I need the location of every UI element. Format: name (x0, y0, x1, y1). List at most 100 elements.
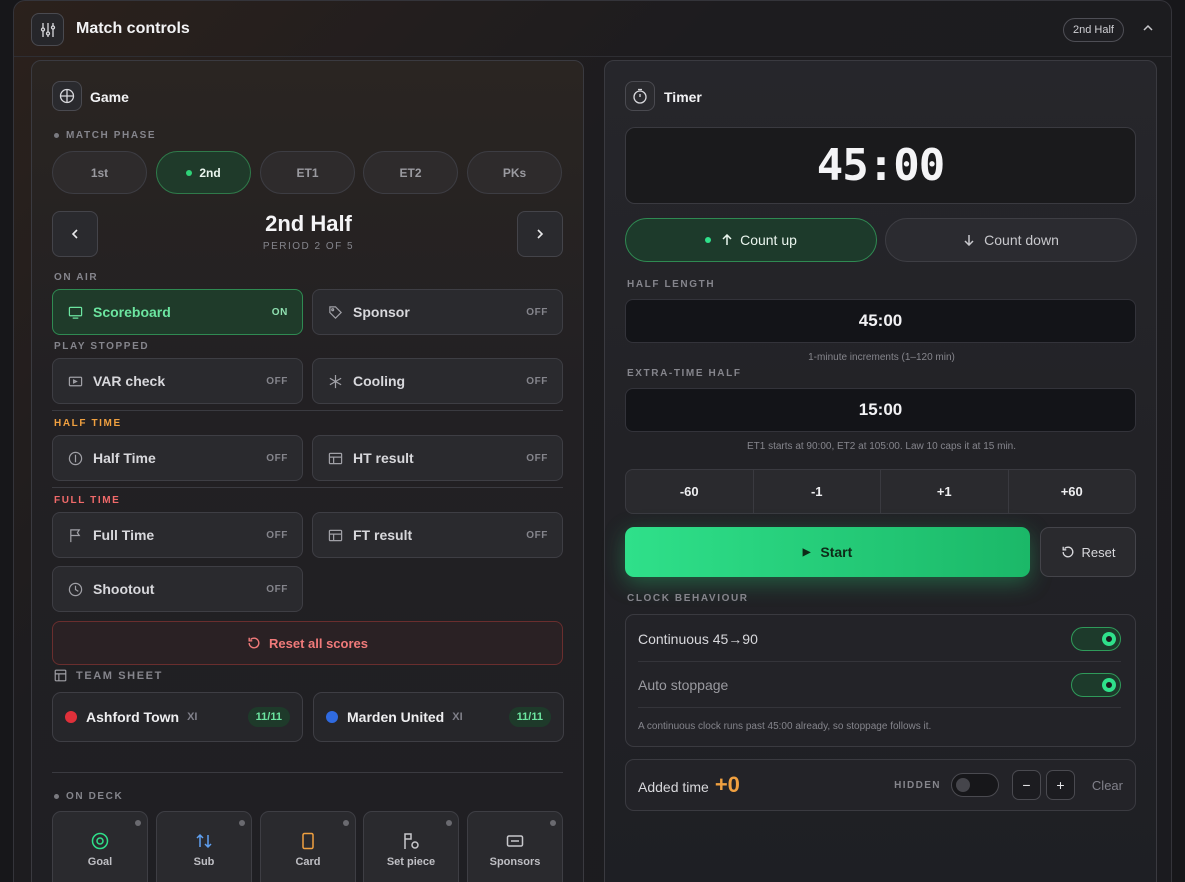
sponsor-toggle[interactable]: Sponsor OFF (312, 289, 563, 335)
team-away-card[interactable]: Marden United XI 11/11 (313, 692, 564, 742)
reset-all-scores-button[interactable]: Reset all scores (52, 621, 563, 665)
video-icon (67, 373, 83, 389)
clock-icon (67, 581, 83, 597)
table-icon (327, 450, 343, 466)
continuous-row: Continuous 45→90 (638, 617, 1121, 662)
timer-panel: Timer 45:00 Count up Count down HALF LEN… (604, 60, 1157, 882)
arrow-down-icon (964, 235, 974, 246)
flag-icon (67, 527, 83, 543)
timer-title: Timer (664, 89, 702, 105)
half-time-label: HALF TIME (54, 418, 122, 429)
divider (52, 487, 563, 488)
next-period-button[interactable] (517, 211, 563, 257)
deck-sub-button[interactable]: Sub (156, 811, 252, 882)
game-title: Game (90, 89, 129, 105)
phase-2nd-button[interactable]: 2nd (156, 151, 251, 194)
phase-et2-button[interactable]: ET2 (363, 151, 458, 194)
header-bar[interactable]: Match controls 2nd Half (14, 1, 1171, 57)
corner-flag-icon (404, 833, 419, 849)
clock-behaviour-label: CLOCK BEHAVIOUR (627, 593, 749, 604)
full-time-label: FULL TIME (54, 495, 121, 506)
added-time-visibility-switch[interactable] (950, 773, 999, 797)
added-time-value: +0 (714, 772, 740, 797)
play-stopped-label: PLAY STOPPED (54, 341, 150, 352)
count-up-button[interactable]: Count up (625, 218, 877, 262)
tag-icon (327, 304, 343, 320)
team-sheet-label: TEAM SHEET (54, 669, 163, 682)
deck-sponsors-button[interactable]: Sponsors (467, 811, 563, 882)
auto-stoppage-switch[interactable] (1071, 673, 1121, 697)
half-length-hint: 1-minute increments (1–120 min) (808, 352, 955, 363)
period-title: 2nd Half (265, 211, 352, 236)
extra-time-hint: ET1 starts at 90:00, ET2 at 105:00. Law … (746, 441, 1017, 452)
ft-result-toggle[interactable]: FT result OFF (312, 512, 563, 558)
match-controls-card: Match controls 2nd Half Game MATCH PHASE… (13, 0, 1172, 882)
minus-1-button[interactable]: -1 (754, 470, 881, 513)
arrow-up-icon (722, 234, 732, 245)
lineup-count-badge: 11/11 (508, 707, 551, 727)
half-length-input[interactable]: 45:00 (625, 299, 1136, 343)
var-check-toggle[interactable]: VAR check OFF (52, 358, 303, 404)
reset-button[interactable]: Reset (1040, 527, 1136, 577)
extra-time-input[interactable]: 15:00 (625, 388, 1136, 432)
card-icon (302, 832, 314, 850)
continuous-switch[interactable] (1071, 627, 1121, 651)
sliders-icon (31, 13, 64, 46)
on-deck-label: ON DECK (54, 791, 123, 802)
behaviour-note: A continuous clock runs past 45:00 alrea… (638, 721, 932, 732)
swap-icon (196, 833, 212, 849)
crosshair-icon (52, 81, 82, 111)
time-adjust-group: -60 -1 +1 +60 (625, 469, 1136, 514)
table-icon (327, 527, 343, 543)
monitor-icon (67, 304, 83, 320)
play-icon: ▶ (802, 546, 811, 558)
deck-set-piece-button[interactable]: Set piece (363, 811, 459, 882)
team-color-dot (326, 711, 338, 723)
scoreboard-toggle[interactable]: Scoreboard ON (52, 289, 303, 335)
snowflake-icon (327, 373, 343, 389)
phase-pks-button[interactable]: PKs (467, 151, 562, 194)
stopwatch-icon (625, 81, 655, 111)
target-icon (91, 832, 109, 850)
plus-60-button[interactable]: +60 (1009, 470, 1136, 513)
half-length-label: HALF LENGTH (627, 279, 716, 290)
cooling-toggle[interactable]: Cooling OFF (312, 358, 563, 404)
full-time-toggle[interactable]: Full Time OFF (52, 512, 303, 558)
chevron-right-icon (537, 229, 544, 239)
count-down-button[interactable]: Count down (885, 218, 1137, 262)
layout-icon (54, 669, 67, 682)
phase-1st-button[interactable]: 1st (52, 151, 147, 194)
shootout-toggle[interactable]: Shootout OFF (52, 566, 303, 612)
clock-display: 45:00 (625, 127, 1136, 204)
added-time-label: Added time (638, 779, 709, 795)
start-button[interactable]: ▶ Start (625, 527, 1030, 577)
team-home-card[interactable]: Ashford Town XI 11/11 (52, 692, 303, 742)
clear-button[interactable]: Clear (1092, 778, 1123, 793)
game-panel: Game MATCH PHASE 1st 2nd ET1 ET2 PKs 2nd… (31, 60, 584, 882)
hidden-label: HIDDEN (894, 779, 941, 791)
lineup-count-badge: 11/11 (247, 707, 290, 727)
deck-card-button[interactable]: Card (260, 811, 356, 882)
phase-et1-button[interactable]: ET1 (260, 151, 355, 194)
divider (52, 410, 563, 411)
match-phase-label: MATCH PHASE (54, 130, 156, 141)
added-time-plus-button[interactable]: + (1045, 770, 1075, 800)
added-time-minus-button[interactable]: − (1011, 770, 1041, 800)
rotate-ccw-icon (248, 637, 260, 649)
period-subtitle: PERIOD 2 OF 5 (262, 241, 355, 252)
auto-stoppage-row: Auto stoppage (638, 663, 1121, 708)
minus-60-button[interactable]: -60 (626, 470, 754, 513)
extra-time-label: EXTRA-TIME HALF (627, 368, 742, 379)
added-time-row: Added time +0 HIDDEN − + Clear (625, 759, 1136, 811)
phase-badge: 2nd Half (1063, 18, 1124, 42)
clock-behaviour-box: Continuous 45→90 Auto stoppage A continu… (625, 614, 1136, 747)
chevron-up-icon[interactable] (1140, 20, 1156, 36)
banner-icon (506, 835, 524, 847)
plus-1-button[interactable]: +1 (881, 470, 1009, 513)
deck-goal-button[interactable]: Goal (52, 811, 148, 882)
info-circle-icon (67, 450, 83, 466)
rotate-ccw-icon (1062, 546, 1073, 558)
team-color-dot (65, 711, 77, 723)
ht-result-toggle[interactable]: HT result OFF (312, 435, 563, 481)
half-time-toggle[interactable]: Half Time OFF (52, 435, 303, 481)
